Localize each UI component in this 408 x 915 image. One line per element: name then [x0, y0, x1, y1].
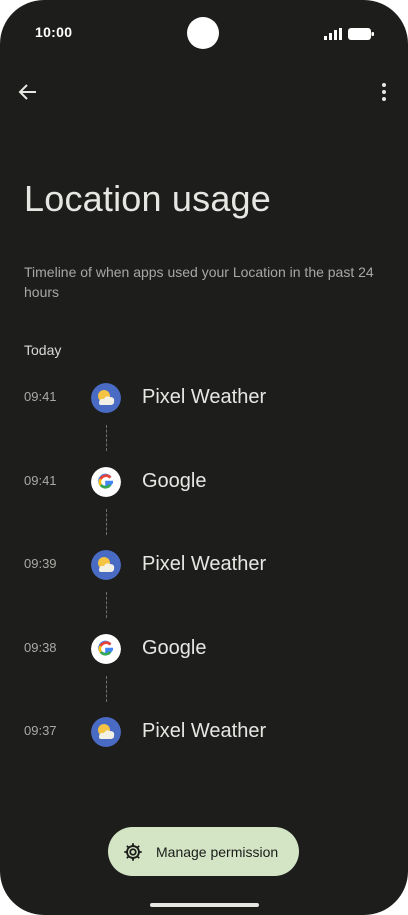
weather-icon [91, 383, 121, 413]
timeline-item[interactable]: 09:39 Pixel Weather [0, 545, 408, 585]
phone-screen: 10:00 Location usage Timeline of when ap… [0, 0, 408, 915]
page-title: Location usage [24, 178, 271, 219]
page-subtitle: Timeline of when apps used your Location… [24, 264, 374, 300]
weather-icon [91, 550, 121, 580]
google-icon [91, 467, 121, 497]
timeline-app-name: Pixel Weather [142, 386, 267, 408]
google-icon [91, 634, 121, 664]
timeline-time: 09:37 [24, 723, 57, 738]
timeline-app-name: Pixel Weather [142, 720, 267, 742]
timeline-connector [106, 676, 107, 702]
timeline-app-name: Google [142, 637, 207, 659]
timeline-connector [106, 592, 107, 618]
back-arrow-icon[interactable] [16, 80, 40, 104]
gear-icon [124, 843, 142, 861]
timeline-time: 09:41 [24, 389, 57, 404]
timeline-item[interactable]: 09:38 Google [0, 629, 408, 669]
more-options-icon[interactable] [372, 80, 396, 104]
battery-icon [348, 28, 374, 40]
top-app-bar [0, 80, 408, 108]
timeline-item[interactable]: 09:37 Pixel Weather [0, 712, 408, 752]
timeline-item[interactable]: 09:41 Pixel Weather [0, 378, 408, 418]
timeline-time: 09:38 [24, 640, 57, 655]
timeline-connector [106, 425, 107, 451]
manage-permission-label: Manage permission [156, 844, 279, 860]
section-header-today: Today [24, 342, 62, 358]
timeline-connector [106, 509, 107, 535]
timeline-time: 09:39 [24, 556, 57, 571]
timeline-item[interactable]: 09:41 Google [0, 462, 408, 502]
weather-icon [91, 717, 121, 747]
timeline-app-name: Pixel Weather [142, 553, 267, 575]
status-time: 10:00 [35, 24, 73, 40]
home-indicator[interactable] [150, 903, 259, 907]
camera-cutout [187, 17, 219, 49]
timeline-time: 09:41 [24, 473, 57, 488]
signal-icon [324, 28, 342, 40]
timeline-app-name: Google [142, 470, 207, 492]
manage-permission-button[interactable]: Manage permission [108, 827, 299, 876]
